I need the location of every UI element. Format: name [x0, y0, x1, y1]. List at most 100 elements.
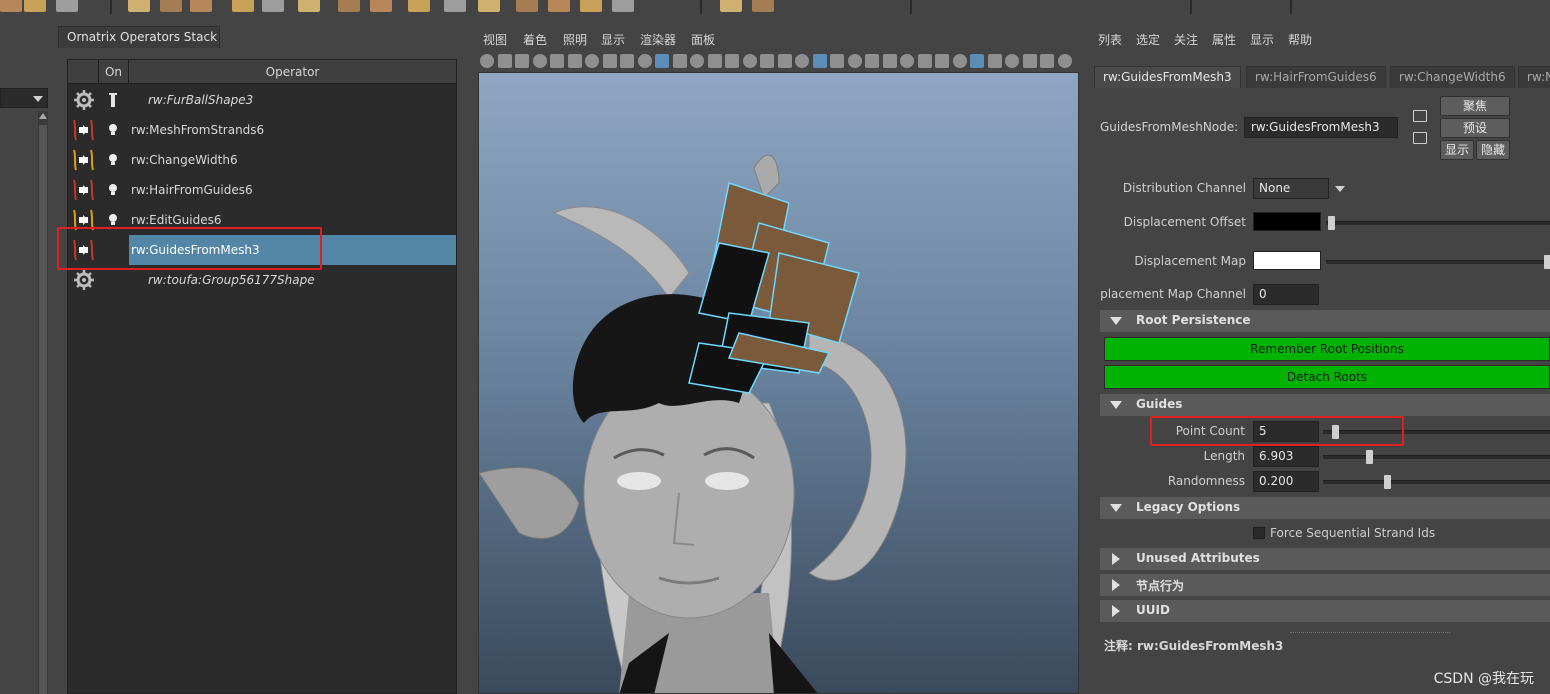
section-guides[interactable]: Guides — [1100, 394, 1550, 416]
section-node-behavior[interactable]: 节点行为 — [1100, 574, 1550, 596]
viewport-tool-icon[interactable] — [707, 54, 722, 68]
node-name-field[interactable]: rw:GuidesFromMesh3 — [1244, 117, 1398, 138]
viewport-tool-icon[interactable] — [795, 54, 809, 68]
bulb-icon[interactable] — [108, 213, 118, 227]
viewport-tool-icon[interactable] — [602, 54, 617, 68]
viewport-tool-icon[interactable] — [952, 54, 967, 68]
viewport-tool-icon[interactable] — [847, 54, 862, 68]
header-on[interactable]: On — [99, 60, 129, 84]
viewport-tool-icon[interactable] — [550, 54, 564, 68]
hide-button[interactable]: 隐藏 — [1476, 140, 1510, 160]
viewport-tool-icon[interactable] — [532, 54, 547, 68]
randomness-slider[interactable] — [1323, 475, 1550, 489]
viewport-tool-icon[interactable] — [812, 54, 827, 68]
focus-button[interactable]: 聚焦 — [1440, 96, 1510, 116]
bulb-icon[interactable] — [108, 153, 118, 167]
viewport-tool-icon[interactable] — [480, 54, 494, 68]
viewport-tool-icon[interactable] — [585, 54, 599, 68]
viewport-tool-icon[interactable] — [497, 54, 512, 68]
viewport-tool-icon[interactable] — [742, 54, 757, 68]
outliner-dropdown[interactable] — [0, 88, 48, 108]
viewport-tool-icon[interactable] — [620, 54, 634, 68]
shelf-tool-icon[interactable] — [262, 0, 284, 12]
viewport-tool-icon[interactable] — [900, 54, 914, 68]
viewport-tool-icon[interactable] — [865, 54, 879, 68]
vertical-scrollbar[interactable] — [38, 111, 48, 694]
operator-row[interactable]: rw:MeshFromStrands6 — [68, 115, 456, 145]
bulb-icon[interactable] — [108, 123, 118, 137]
attribute-editor-tab[interactable]: rw:ChangeWidth6 — [1390, 66, 1515, 88]
operator-row[interactable]: rw:ChangeWidth6 — [68, 145, 456, 175]
shelf-tool-icon[interactable] — [56, 0, 78, 12]
slider-thumb[interactable] — [1366, 450, 1374, 464]
attribute-editor-menu-item[interactable]: 选定 — [1136, 31, 1160, 48]
viewport-tool-icon[interactable] — [987, 54, 1002, 68]
input-connection-icon[interactable] — [1413, 110, 1427, 122]
viewport-tool-icon[interactable] — [690, 54, 704, 68]
section-root-persistence[interactable]: Root Persistence — [1100, 310, 1550, 332]
viewport-canvas[interactable] — [478, 72, 1079, 694]
force-sequential-checkbox[interactable] — [1253, 527, 1265, 539]
viewport-menu-item[interactable]: 着色 — [523, 31, 547, 48]
displacement-offset-slider[interactable] — [1326, 216, 1550, 230]
attribute-editor-menu-item[interactable]: 关注 — [1174, 31, 1198, 48]
viewport-tool-icon[interactable] — [777, 54, 792, 68]
attribute-editor-menu-item[interactable]: 属性 — [1212, 31, 1236, 48]
distribution-channel-select[interactable]: None — [1253, 178, 1345, 199]
shelf-tool-icon[interactable] — [370, 0, 392, 12]
distribution-dropdown-arrow[interactable] — [1330, 180, 1350, 197]
attribute-editor-menu-item[interactable]: 帮助 — [1288, 31, 1312, 48]
shelf-tool-icon[interactable] — [516, 0, 538, 12]
viewport-tool-icon[interactable] — [935, 54, 949, 68]
viewport-tool-icon[interactable] — [1057, 54, 1072, 68]
shelf-tool-icon[interactable] — [720, 0, 742, 12]
displacement-offset-swatch[interactable] — [1253, 212, 1321, 231]
viewport-menu-item[interactable]: 面板 — [691, 31, 715, 48]
viewport-tool-icon[interactable] — [567, 54, 582, 68]
viewport-tool-icon[interactable] — [725, 54, 739, 68]
shelf-tool-icon[interactable] — [24, 0, 46, 12]
bar-icon[interactable] — [108, 93, 118, 107]
shelf-tool-icon[interactable] — [0, 0, 22, 12]
viewport-tool-icon[interactable] — [882, 54, 897, 68]
shelf-tool-icon[interactable] — [128, 0, 150, 12]
shelf-tool-icon[interactable] — [580, 0, 602, 12]
viewport-menu-item[interactable]: 视图 — [483, 31, 507, 48]
viewport-tool-icon[interactable] — [1040, 54, 1054, 68]
viewport-tool-icon[interactable] — [830, 54, 844, 68]
shelf-tool-icon[interactable] — [232, 0, 254, 12]
viewport-tool-icon[interactable] — [672, 54, 687, 68]
shelf-tool-icon[interactable] — [752, 0, 774, 12]
viewport-menu-item[interactable]: 照明 — [563, 31, 587, 48]
viewport-tool-icon[interactable] — [515, 54, 529, 68]
attribute-editor-tab[interactable]: rw:GuidesFromMesh3 — [1094, 66, 1241, 88]
displacement-map-channel-field[interactable]: 0 — [1253, 284, 1319, 305]
shelf-tool-icon[interactable] — [612, 0, 634, 12]
viewport-menu-item[interactable]: 渲染器 — [640, 31, 676, 48]
length-slider[interactable] — [1323, 450, 1550, 464]
header-operator[interactable]: Operator — [129, 60, 456, 84]
attribute-editor-menu-item[interactable]: 列表 — [1098, 31, 1122, 48]
section-unused-attributes[interactable]: Unused Attributes — [1100, 548, 1550, 570]
bulb-icon[interactable] — [108, 183, 118, 197]
shelf-tool-icon[interactable] — [298, 0, 320, 12]
viewport-tool-icon[interactable] — [917, 54, 932, 68]
operator-row[interactable]: rw:FurBallShape3 — [68, 85, 456, 115]
shelf-tool-icon[interactable] — [478, 0, 500, 12]
shelf-tool-icon[interactable] — [338, 0, 360, 12]
viewport-tool-icon[interactable] — [1022, 54, 1037, 68]
scroll-up-icon[interactable] — [39, 113, 47, 119]
displacement-map-swatch[interactable] — [1253, 251, 1321, 270]
section-uuid[interactable]: UUID — [1100, 600, 1550, 622]
shelf-tool-icon[interactable] — [408, 0, 430, 12]
viewport-tool-icon[interactable] — [970, 54, 984, 68]
detach-roots-button[interactable]: Detach Roots — [1104, 365, 1550, 389]
slider-thumb[interactable] — [1328, 216, 1335, 230]
presets-button[interactable]: 预设 — [1440, 118, 1510, 138]
tab-operators-stack[interactable]: Ornatrix Operators Stack — [58, 26, 220, 48]
shelf-tool-icon[interactable] — [444, 0, 466, 12]
displacement-map-slider[interactable] — [1326, 255, 1550, 269]
slider-thumb[interactable] — [1544, 255, 1550, 269]
viewport-tool-icon[interactable] — [655, 54, 669, 68]
show-button[interactable]: 显示 — [1440, 140, 1474, 160]
